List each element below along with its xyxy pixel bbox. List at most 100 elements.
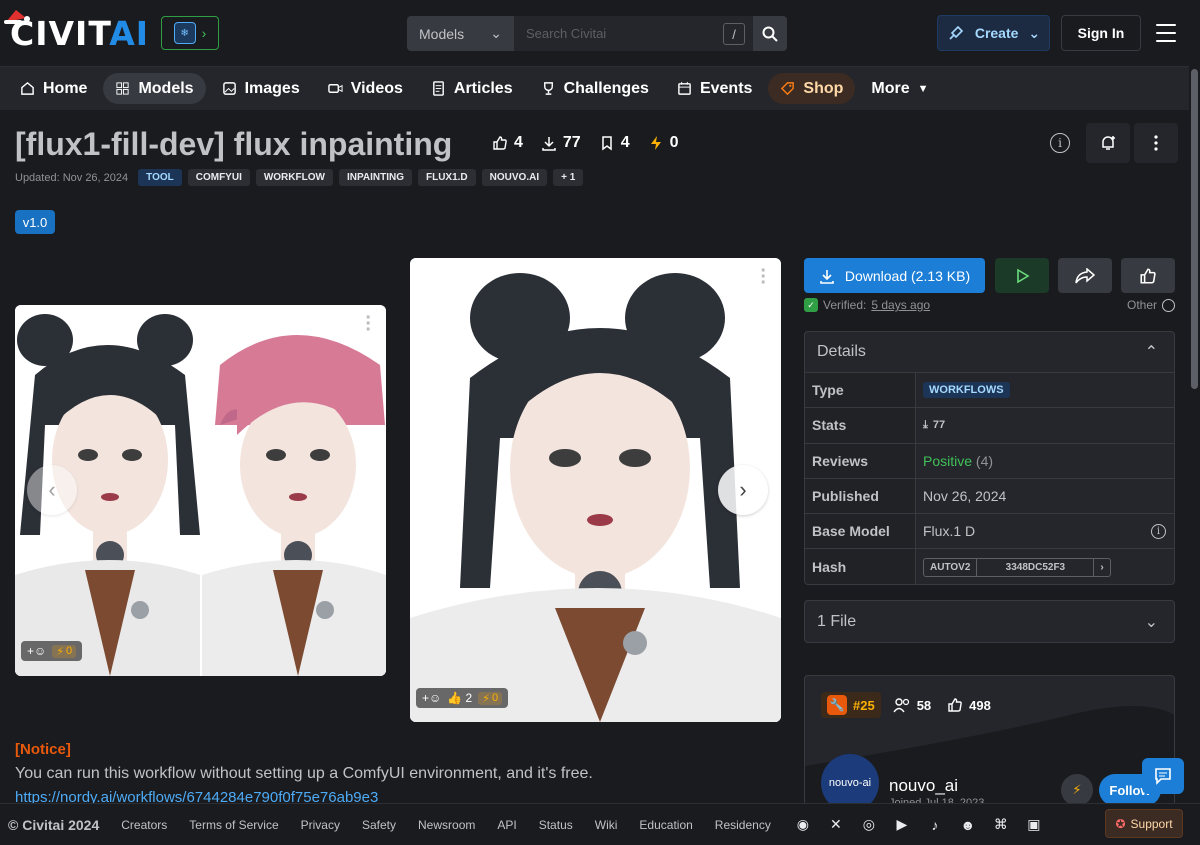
search-category-select[interactable]: Models ⌄	[407, 16, 514, 51]
reviews-positive-link[interactable]: Positive	[923, 453, 972, 469]
like-button[interactable]	[1121, 258, 1175, 293]
github-icon[interactable]: ⌘	[991, 815, 1011, 835]
nav-events[interactable]: Events	[665, 73, 764, 104]
footer-link-safety[interactable]: Safety	[362, 818, 396, 832]
chat-icon	[1155, 768, 1171, 785]
bell-plus-icon	[1102, 136, 1115, 150]
search-button[interactable]	[753, 16, 787, 51]
thumbs-up-reaction[interactable]: 👍 2	[447, 691, 472, 705]
info-icon[interactable]	[1162, 298, 1176, 312]
tag-tool[interactable]: TOOL	[138, 169, 182, 186]
reddit-icon[interactable]: ☻	[958, 815, 978, 835]
tiktok-icon[interactable]: ♪	[925, 815, 945, 835]
chevron-down-icon: ⌄	[1028, 24, 1041, 41]
shop-icon	[781, 82, 795, 96]
details-panel: Details ⌃ Type WORKFLOWS Stats ⤓ 77 Revie…	[804, 331, 1175, 585]
tag-inpainting[interactable]: INPAINTING	[338, 169, 412, 186]
tip-buzz-button[interactable]: ⚡	[1061, 774, 1093, 806]
nav-videos[interactable]: Videos	[316, 73, 415, 104]
nav-more[interactable]: More ▼	[859, 73, 940, 104]
gallery-image-1[interactable]: · · · ‹ +☺ ⚡ 0	[15, 305, 386, 676]
info-icon[interactable]: i	[1151, 523, 1166, 539]
tag-flux1d[interactable]: FLUX1.D	[417, 169, 476, 186]
more-options-button[interactable]	[1134, 123, 1178, 163]
chevron-down-icon: ⌄	[490, 25, 502, 41]
nav-home[interactable]: Home	[8, 73, 99, 104]
likes-stat: 4	[492, 134, 523, 152]
tag-nouvo-ai[interactable]: NOUVO.AI	[481, 169, 548, 186]
tag-workflow[interactable]: WORKFLOW	[255, 169, 333, 186]
discord-icon[interactable]: ◉	[793, 815, 813, 835]
support-button[interactable]: ✪ Support	[1105, 809, 1183, 838]
play-icon	[1017, 268, 1030, 283]
video-icon	[327, 84, 343, 93]
verified-time-link[interactable]: 5 days ago	[871, 298, 930, 312]
instagram-icon[interactable]: ◎	[859, 815, 879, 835]
search-bar: Models ⌄ Search Civitai /	[407, 16, 787, 51]
details-header[interactable]: Details ⌃	[805, 332, 1174, 373]
footer-link-status[interactable]: Status	[539, 818, 573, 832]
download-button[interactable]: Download (2.13 KB)	[804, 258, 985, 293]
version-badge[interactable]: v1.0	[15, 210, 55, 234]
footer-link-residency[interactable]: Residency	[715, 818, 771, 832]
tag-more[interactable]: + 1	[553, 169, 584, 186]
hash-copy[interactable]: AUTOV2 3348DC52F3 ›	[923, 557, 1111, 577]
creator-rank[interactable]: 🔧 #25	[821, 692, 881, 718]
nav-challenges[interactable]: Challenges	[529, 73, 661, 104]
buzz-tip-button[interactable]: ⚡ 0	[478, 691, 503, 705]
add-reaction-icon[interactable]: +☺	[27, 644, 46, 658]
tag-comfyui[interactable]: COMFYUI	[187, 169, 250, 186]
nav-models[interactable]: Models	[103, 73, 206, 104]
footer-link-wiki[interactable]: Wiki	[595, 818, 618, 832]
files-accordion[interactable]: 1 File ⌄	[804, 600, 1175, 643]
chevron-right-icon[interactable]: ›	[1094, 559, 1109, 576]
sign-in-button[interactable]: Sign In	[1061, 15, 1141, 51]
nav-articles[interactable]: Articles	[419, 73, 525, 104]
other-label: Other	[1127, 298, 1176, 312]
buzz-tip-button[interactable]: ⚡ 0	[52, 644, 77, 658]
creator-name[interactable]: nouvo_ai	[889, 776, 958, 796]
scrollbar[interactable]	[1189, 67, 1200, 803]
thumbs-up-icon	[948, 698, 962, 712]
wrench-icon: 🔧	[827, 695, 847, 715]
workflow-link[interactable]: https://nordy.ai/workflows/6744284e790f0…	[15, 789, 378, 803]
info-button[interactable]: i	[1038, 123, 1082, 163]
dots-vertical-icon	[1154, 135, 1158, 151]
menu-icon[interactable]	[1156, 24, 1176, 42]
x-icon[interactable]: ✕	[826, 815, 846, 835]
bookmark-icon	[601, 136, 612, 151]
run-button[interactable]	[995, 258, 1049, 293]
footer: © Civitai 2024 Creators Terms of Service…	[0, 803, 1200, 845]
users-icon	[893, 698, 909, 713]
twitch-icon[interactable]: ▣	[1024, 815, 1044, 835]
hash-value[interactable]: 3348DC52F3	[977, 558, 1095, 576]
carousel-prev-button[interactable]: ‹	[27, 465, 77, 515]
gallery-image-2[interactable]: · · · › +☺ 👍 2 ⚡ 0	[410, 258, 781, 722]
likes-stat: 498	[943, 694, 995, 716]
footer-link-privacy[interactable]: Privacy	[301, 818, 340, 832]
hash-type-select[interactable]: AUTOV2	[924, 558, 978, 576]
civitai-logo[interactable]: CIVITAI	[10, 14, 149, 53]
season-event-button[interactable]: ❄ ›	[161, 16, 219, 50]
youtube-icon[interactable]: ▶	[892, 815, 912, 835]
nav-shop[interactable]: Shop	[768, 73, 856, 104]
footer-link-creators[interactable]: Creators	[121, 818, 167, 832]
footer-link-newsroom[interactable]: Newsroom	[418, 818, 475, 832]
chat-button[interactable]	[1142, 758, 1184, 794]
footer-link-education[interactable]: Education	[639, 818, 692, 832]
top-bar: CIVITAI ❄ › Models ⌄ Search Civitai / Crea…	[0, 0, 1189, 67]
notify-button[interactable]	[1086, 123, 1130, 163]
search-input[interactable]: Search Civitai /	[514, 16, 753, 51]
card-menu-icon[interactable]: · · ·	[365, 308, 372, 340]
footer-link-tos[interactable]: Terms of Service	[189, 818, 278, 832]
share-button[interactable]	[1058, 258, 1112, 293]
create-button[interactable]: Create ⌄	[937, 15, 1050, 51]
add-reaction-icon[interactable]: +☺	[422, 691, 441, 705]
type-badge[interactable]: WORKFLOWS	[923, 382, 1010, 399]
nav-images[interactable]: Images	[210, 73, 312, 104]
carousel-next-button[interactable]: ›	[718, 465, 768, 515]
card-menu-icon[interactable]: · · ·	[760, 261, 767, 293]
model-title: [flux1-fill-dev] flux inpainting	[15, 126, 453, 162]
footer-link-api[interactable]: API	[497, 818, 516, 832]
chevron-up-icon: ⌃	[1144, 344, 1158, 361]
